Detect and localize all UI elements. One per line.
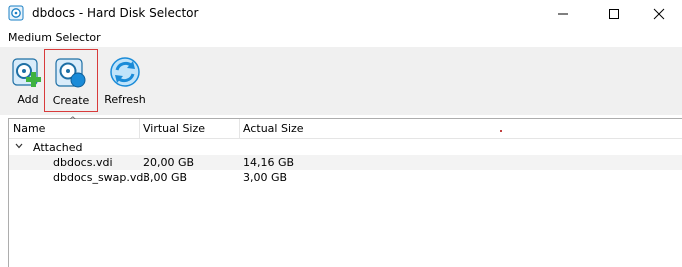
list-header: ^ Name Virtual Size Actual Size (9, 116, 682, 139)
add-label: Add (17, 93, 39, 106)
app-disk-icon (8, 5, 24, 21)
toolbar: Add Create Refresh (0, 47, 682, 115)
disk-name: dbdocs.vdi (53, 156, 113, 169)
disk-add-icon (8, 51, 48, 89)
table-row[interactable]: dbdocs_swap.vdi 3,00 GB 3,00 GB (9, 170, 682, 185)
close-icon (653, 8, 665, 20)
create-label: Create (52, 94, 90, 107)
table-row[interactable]: dbdocs.vdi 20,00 GB 14,16 GB (9, 155, 682, 170)
refresh-label: Refresh (104, 93, 146, 106)
refresh-icon (105, 51, 145, 89)
disk-name: dbdocs_swap.vdi (53, 171, 147, 184)
window-title: dbdocs - Hard Disk Selector (32, 6, 199, 20)
minimize-icon (558, 13, 568, 15)
add-button[interactable]: Add (8, 51, 48, 111)
actual-size: 14,16 GB (243, 156, 295, 169)
refresh-button[interactable]: Refresh (100, 51, 150, 111)
group-label-attached: Attached (33, 141, 83, 154)
disk-create-icon (51, 50, 91, 90)
close-button[interactable] (636, 0, 682, 28)
column-header-virtual-size[interactable]: Virtual Size (143, 122, 205, 135)
chevron-down-icon[interactable] (15, 142, 23, 150)
virtual-size: 3,00 GB (143, 171, 188, 184)
medium-selector-label: Medium Selector (8, 31, 101, 44)
actual-size: 3,00 GB (243, 171, 288, 184)
maximize-icon (609, 9, 619, 19)
column-header-name[interactable]: Name (13, 122, 45, 135)
column-header-actual-size[interactable]: Actual Size (243, 122, 304, 135)
sort-caret-icon[interactable]: ^ (69, 116, 77, 126)
title-bar: dbdocs - Hard Disk Selector (0, 0, 682, 30)
group-row-attached[interactable]: Attached (9, 140, 682, 155)
column-divider[interactable] (139, 119, 140, 139)
maximize-button[interactable] (591, 0, 637, 28)
virtual-size: 20,00 GB (143, 156, 195, 169)
marker-dot (500, 130, 502, 132)
create-button[interactable]: Create (44, 49, 98, 112)
column-divider[interactable] (239, 119, 240, 139)
minimize-button[interactable] (540, 0, 586, 28)
disk-list[interactable]: ^ Name Virtual Size Actual Size Attached… (8, 116, 682, 267)
